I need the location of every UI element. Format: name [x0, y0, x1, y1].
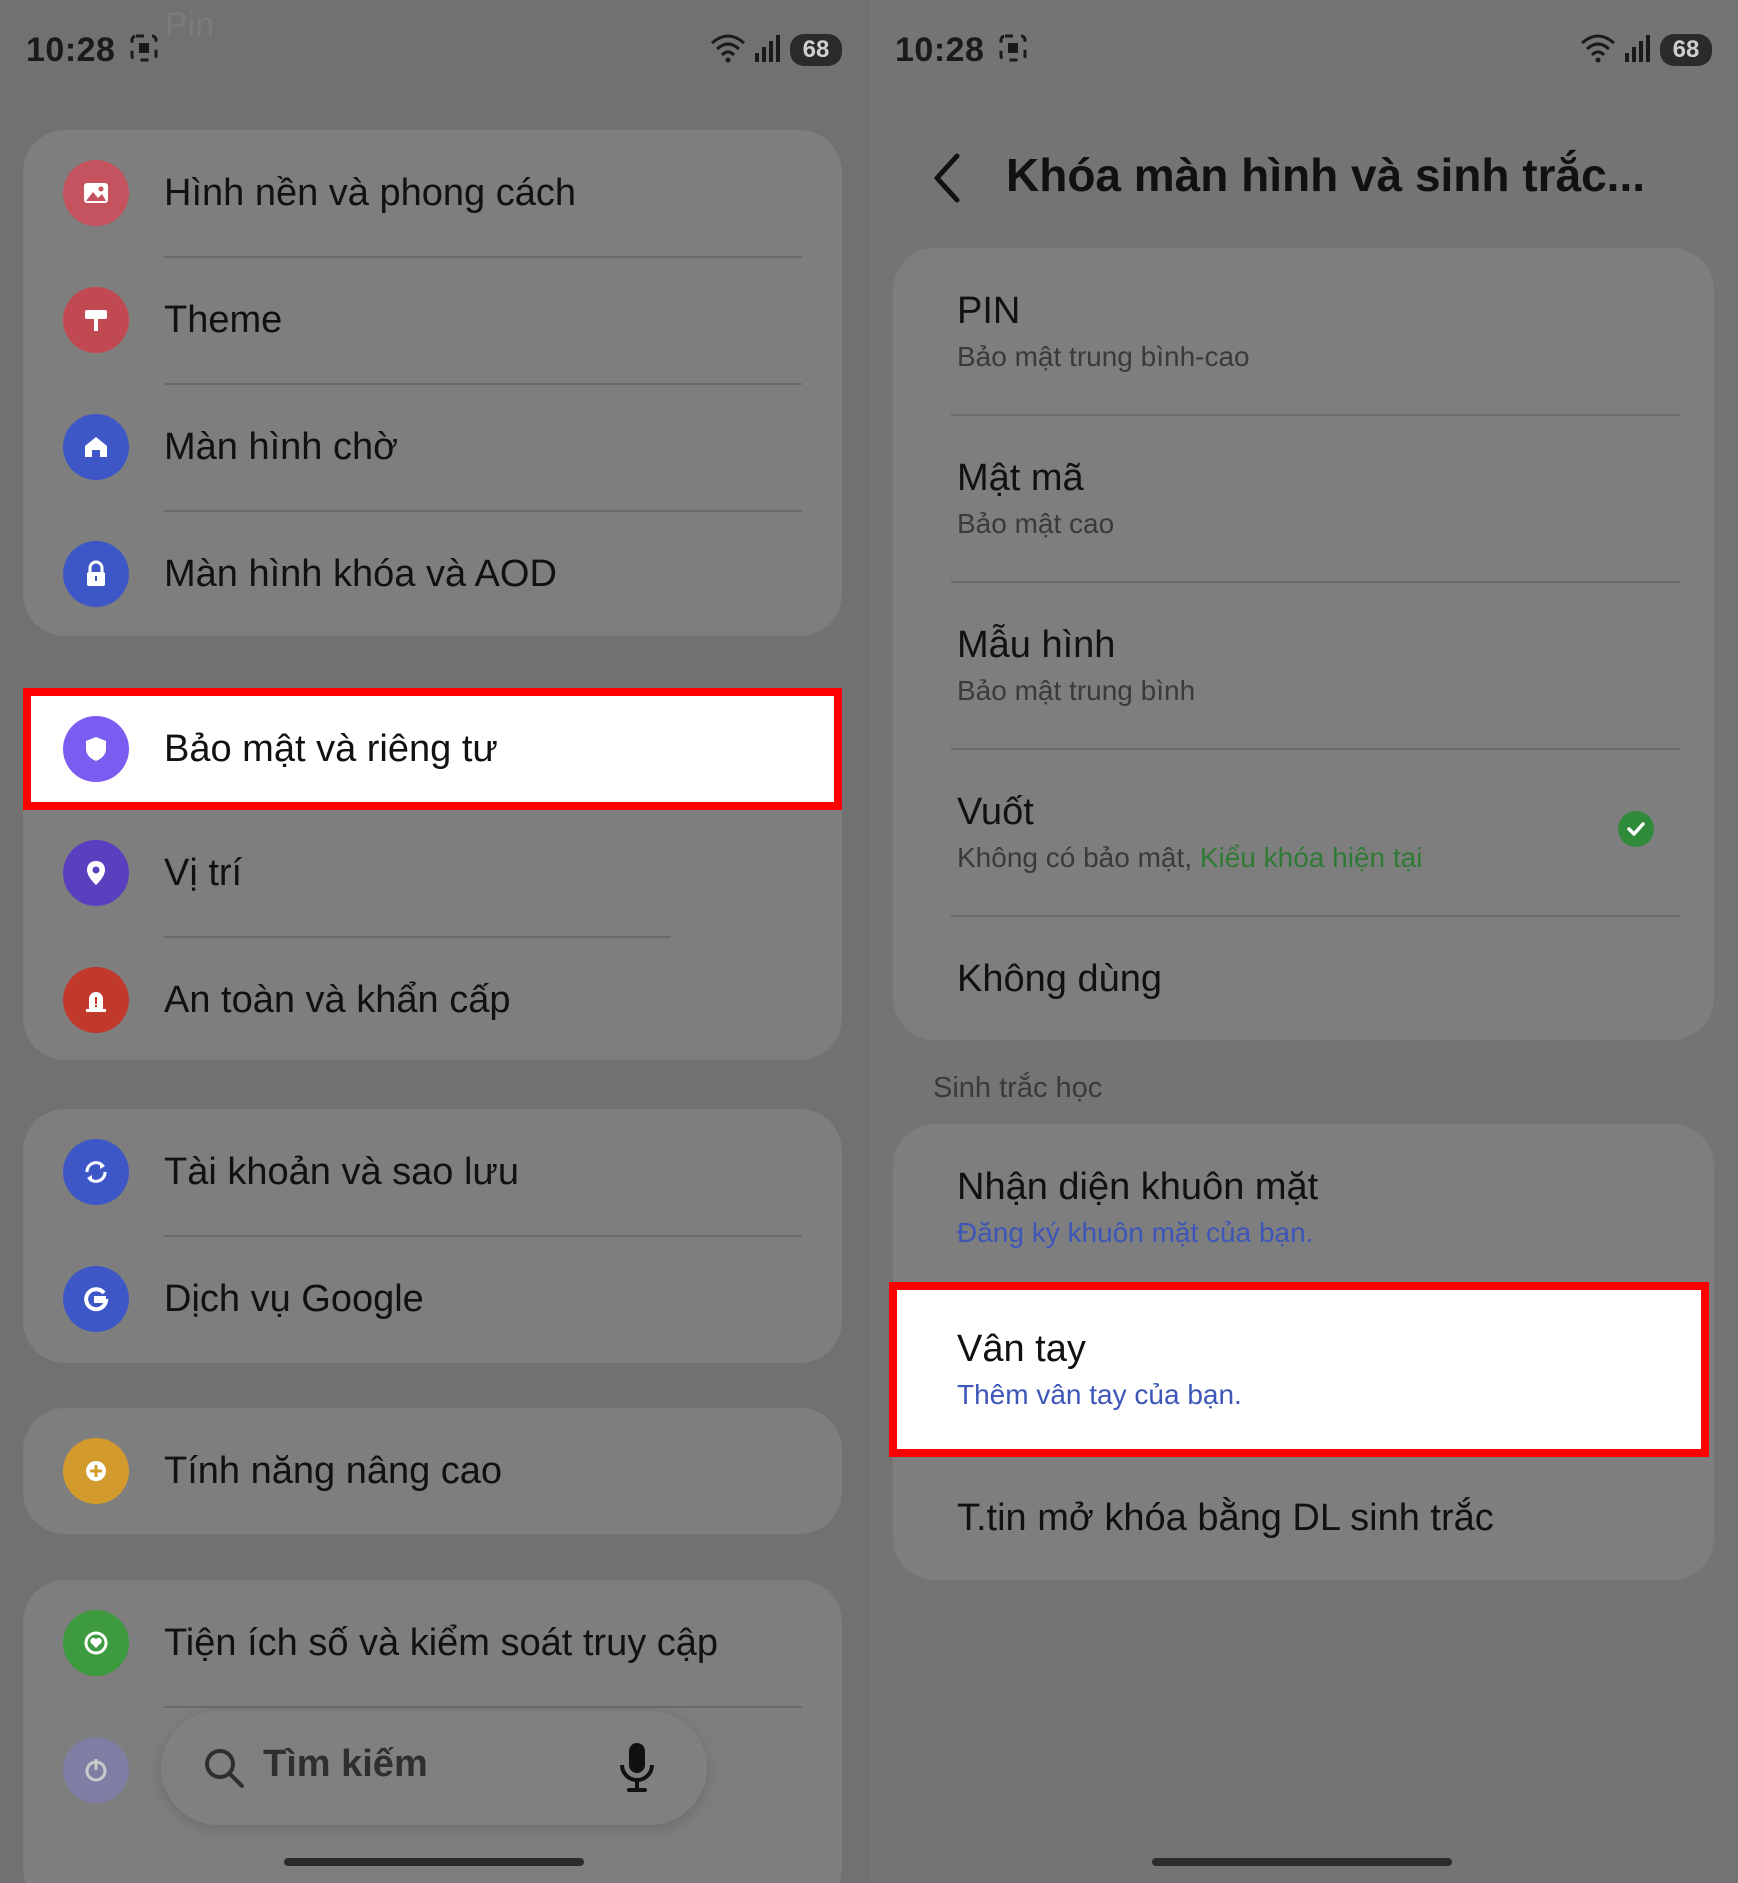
settings-panel: Pin 10:28 68 Hình nền và phong cách Them… [0, 0, 868, 1883]
option-subtitle: Bảo mật trung bình-cao [957, 341, 1250, 372]
search-icon [205, 1749, 244, 1788]
section-header-biometrics: Sinh trắc học [933, 1072, 1103, 1104]
battery-indicator: 68 [790, 34, 842, 66]
digital-wellbeing-icon [63, 1610, 129, 1676]
biometric-face-recognition[interactable]: Nhận diện khuôn mặt Đăng ký khuôn mặt củ… [893, 1124, 1714, 1282]
sync-icon [63, 1139, 129, 1205]
search-bar[interactable]: Tìm kiếm [161, 1711, 707, 1825]
menu-item-label: Tiện ích số và kiểm soát truy cập [164, 1621, 719, 1664]
lock-icon [63, 541, 129, 607]
menu-item-label: Hình nền và phong cách [164, 171, 576, 214]
lock-option-pin[interactable]: PIN Bảo mật trung bình-cao [893, 248, 1714, 414]
home-indicator[interactable] [1152, 1858, 1452, 1866]
microphone-icon[interactable] [617, 1741, 657, 1795]
status-time: 10:28 [26, 30, 116, 69]
lock-option-none[interactable]: Không dùng [893, 916, 1714, 1040]
menu-item-label: Màn hình khóa và AOD [164, 552, 557, 595]
menu-item-label: Màn hình chờ [164, 425, 399, 468]
google-g-icon [63, 1266, 129, 1332]
biometric-fingerprint[interactable]: Vân tay Thêm vân tay của bạn. [893, 1282, 1714, 1457]
option-subtitle: Bảo mật trung bình [957, 675, 1196, 706]
menu-item-home-screen[interactable]: Màn hình chờ [23, 384, 842, 510]
option-subtitle: Thêm vân tay của bạn. [957, 1379, 1242, 1410]
location-pin-icon [63, 840, 129, 906]
signal-icon [754, 33, 782, 68]
menu-item-label: Bảo mật và riêng tư [164, 727, 498, 770]
option-subtitle-text: Không có bảo mật, [957, 842, 1200, 873]
menu-item-label: Tính năng nâng cao [164, 1449, 503, 1492]
lock-option-pattern[interactable]: Mẫu hình Bảo mật trung bình [893, 582, 1714, 748]
option-subtitle: Không có bảo mật, Kiểu khóa hiện tại [957, 842, 1422, 874]
menu-item-digital-wellbeing[interactable]: Tiện ích số và kiểm soát truy cập [23, 1580, 842, 1706]
settings-group-accounts: Tài khoản và sao lưu Dịch vụ Google [23, 1109, 842, 1363]
status-time: 10:28 [895, 30, 985, 69]
option-subtitle: Đăng ký khuôn mặt của bạn. [957, 1217, 1314, 1248]
page-title: Khóa màn hình và sinh trắc... [1006, 149, 1646, 201]
wifi-icon [710, 33, 746, 68]
gear-plus-icon [63, 1438, 129, 1504]
menu-item-label: Tài khoản và sao lưu [164, 1150, 519, 1193]
lock-option-swipe[interactable]: Vuốt Không có bảo mật, Kiểu khóa hiện tạ… [893, 749, 1714, 915]
current-lock-label: Kiểu khóa hiện tại [1199, 842, 1423, 873]
settings-group-display: Hình nền và phong cách Theme Màn hình ch… [23, 130, 842, 636]
option-title: Vân tay [957, 1328, 1086, 1370]
screenshot-icon [129, 33, 159, 68]
menu-item-wallpaper[interactable]: Hình nền và phong cách [23, 130, 842, 256]
search-placeholder: Tìm kiếm [263, 1743, 428, 1785]
lock-screen-settings-panel: 10:28 68 Khóa màn hình và sinh trắc... P… [869, 0, 1738, 1883]
menu-item-security-privacy[interactable]: Bảo mật và riêng tư [23, 688, 842, 810]
option-title: Nhận diện khuôn mặt [957, 1166, 1319, 1208]
option-title: Mẫu hình [957, 624, 1116, 666]
menu-item-accounts-backup[interactable]: Tài khoản và sao lưu [23, 1109, 842, 1235]
home-indicator[interactable] [284, 1858, 584, 1866]
paint-roller-icon [63, 287, 129, 353]
status-bar: 10:28 68 [895, 22, 1712, 78]
menu-item-google-services[interactable]: Dịch vụ Google [23, 1236, 842, 1362]
menu-item-theme[interactable]: Theme [23, 257, 842, 383]
biometric-unlock-info[interactable]: T.tin mở khóa bằng DL sinh trắc [893, 1457, 1714, 1580]
settings-group-advanced: Tính năng nâng cao [23, 1408, 842, 1534]
option-title: PIN [957, 290, 1021, 332]
menu-item-label: Vị trí [164, 851, 243, 894]
option-title: Vuốt [957, 791, 1034, 833]
emergency-siren-icon [63, 967, 129, 1033]
screenshot-icon [998, 33, 1028, 68]
lock-type-list: PIN Bảo mật trung bình-cao Mật mã Bảo mậ… [893, 248, 1714, 1040]
home-icon [63, 414, 129, 480]
menu-item-lock-screen[interactable]: Màn hình khóa và AOD [23, 511, 842, 637]
lock-option-password[interactable]: Mật mã Bảo mật cao [893, 415, 1714, 581]
image-icon [63, 160, 129, 226]
menu-item-label: Theme [164, 298, 283, 341]
battery-indicator: 68 [1660, 34, 1712, 66]
option-title: Mật mã [957, 457, 1084, 499]
option-subtitle: Bảo mật cao [957, 508, 1115, 539]
checkmark-icon [1618, 811, 1654, 847]
signal-icon [1624, 33, 1652, 68]
menu-item-label: An toàn và khẩn cấp [164, 978, 511, 1021]
power-icon [63, 1737, 129, 1803]
shield-icon [63, 716, 129, 782]
menu-item-location[interactable]: Vị trí [23, 810, 842, 936]
menu-item-label: Dịch vụ Google [164, 1277, 424, 1320]
status-bar: 10:28 68 [26, 22, 842, 78]
menu-item-advanced-features[interactable]: Tính năng nâng cao [23, 1408, 842, 1534]
wifi-icon [1580, 33, 1616, 68]
option-title: Không dùng [957, 958, 1162, 1000]
back-arrow-icon[interactable] [927, 148, 967, 208]
option-title: T.tin mở khóa bằng DL sinh trắc [957, 1497, 1494, 1539]
menu-item-safety-emergency[interactable]: An toàn và khẩn cấp [23, 937, 842, 1063]
